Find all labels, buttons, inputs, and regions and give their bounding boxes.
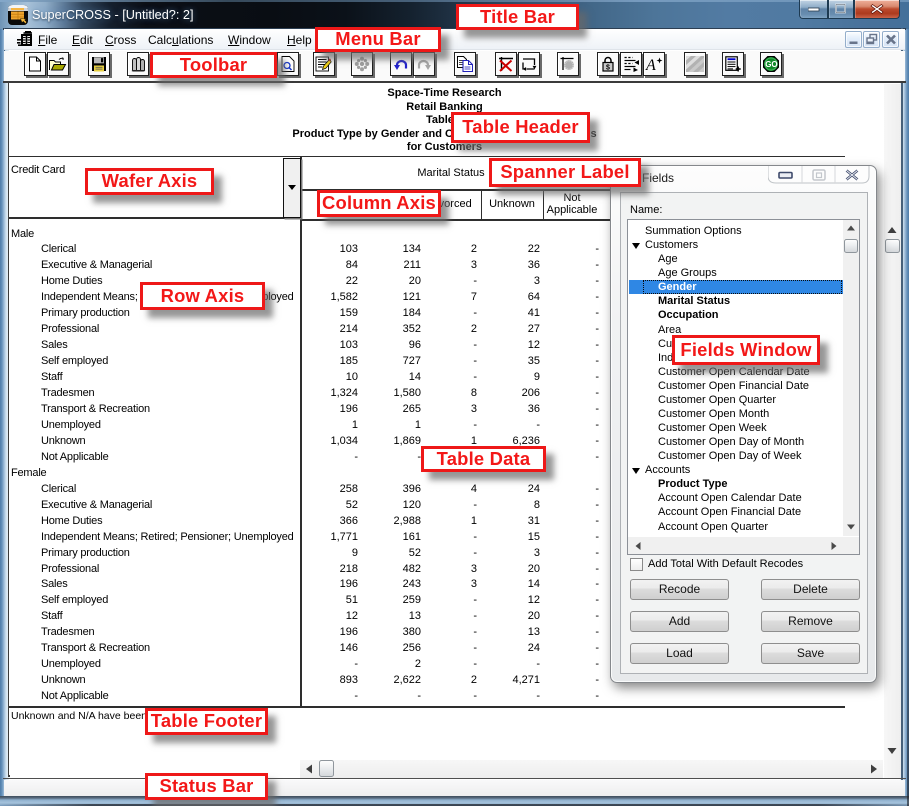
svg-text:GO: GO bbox=[765, 60, 777, 69]
svg-text:A: A bbox=[645, 57, 656, 72]
svg-text:$: $ bbox=[606, 65, 610, 72]
